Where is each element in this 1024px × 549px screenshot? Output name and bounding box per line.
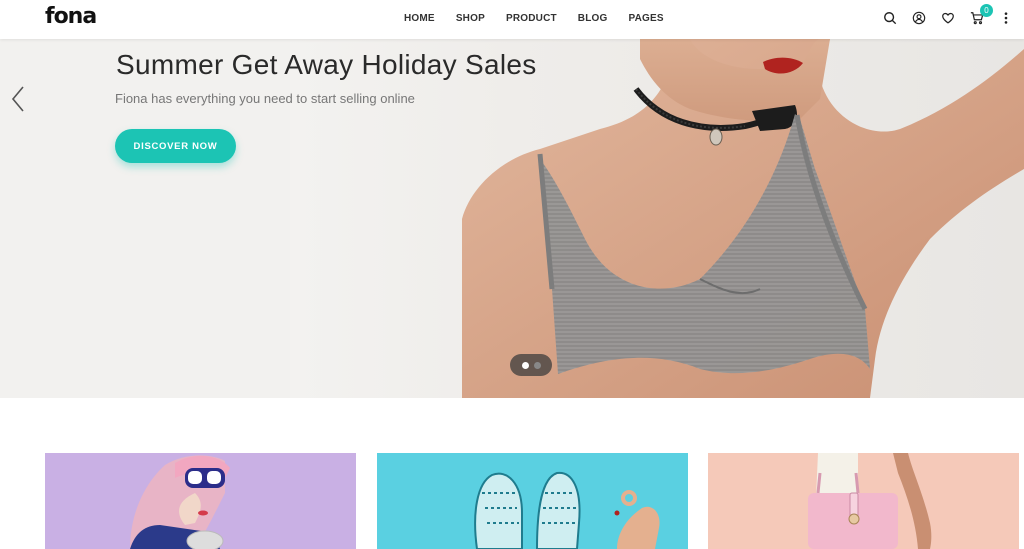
card-2-image	[377, 453, 688, 549]
heart-icon[interactable]	[940, 10, 956, 26]
card-1-image	[45, 453, 356, 549]
hero-title: Summer Get Away Holiday Sales	[116, 49, 537, 80]
hero-subtitle: Fiona has everything you need to start s…	[115, 91, 415, 106]
site-header: fona HOME SHOP PRODUCT BLOG PAGES 0	[0, 0, 1024, 39]
hero-slider: Summer Get Away Holiday Sales Fiona has …	[0, 39, 1024, 398]
slider-prev-arrow-icon[interactable]	[8, 84, 28, 114]
cart-count-badge: 0	[980, 4, 993, 17]
nav-shop[interactable]: SHOP	[456, 13, 485, 24]
nav-pages[interactable]: PAGES	[628, 13, 663, 24]
category-cards	[0, 453, 1024, 549]
slider-pagination	[510, 354, 552, 376]
site-logo[interactable]: fona	[45, 4, 97, 29]
cart-icon[interactable]: 0	[969, 4, 993, 26]
search-icon[interactable]	[882, 10, 898, 26]
nav-blog[interactable]: BLOG	[578, 13, 608, 24]
nav-home[interactable]: HOME	[404, 13, 435, 24]
nav-product[interactable]: PRODUCT	[506, 13, 557, 24]
slider-dot-2[interactable]	[533, 361, 541, 369]
category-card-1[interactable]	[45, 453, 356, 549]
discover-now-button[interactable]: DISCOVER NOW	[115, 129, 236, 163]
header-icons: 0	[869, 4, 1014, 26]
category-card-3[interactable]	[708, 453, 1019, 549]
main-nav: HOME SHOP PRODUCT BLOG PAGES	[404, 13, 685, 24]
more-vertical-icon[interactable]	[998, 10, 1014, 26]
category-card-2[interactable]	[377, 453, 688, 549]
slider-dot-1[interactable]	[521, 361, 529, 369]
user-icon[interactable]	[911, 10, 927, 26]
card-3-image	[708, 453, 1019, 549]
